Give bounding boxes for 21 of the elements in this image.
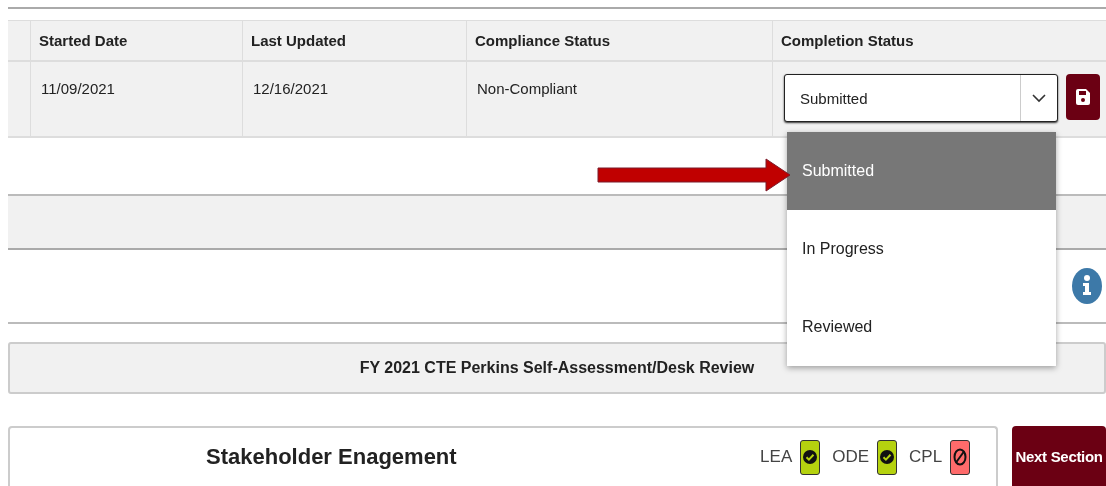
- column-header: Started Date: [30, 20, 242, 62]
- approval-label: ODE: [832, 447, 870, 467]
- dropdown-option[interactable]: In Progress: [787, 210, 1056, 288]
- column-header: Completion Status: [772, 20, 1106, 62]
- section-title: Stakeholder Enagement: [206, 444, 457, 470]
- save-button[interactable]: [1066, 74, 1100, 120]
- column-header: Compliance Status: [466, 20, 772, 62]
- table-cell: 11/09/2021: [30, 62, 242, 136]
- status-dropdown[interactable]: Submitted: [784, 74, 1058, 122]
- approval-label: LEA: [760, 447, 793, 467]
- column-header: Last Updated: [242, 20, 466, 62]
- ban-icon: [953, 448, 968, 466]
- info-icon[interactable]: [1072, 268, 1102, 304]
- chevron-down-icon: [1032, 93, 1046, 103]
- next-section-button[interactable]: Next Section: [1012, 426, 1106, 486]
- table-cell: 12/16/2021: [242, 62, 466, 136]
- approval-label: CPL: [909, 447, 943, 467]
- check-icon: [880, 450, 895, 464]
- check-icon: [803, 450, 818, 464]
- dropdown-option[interactable]: Submitted: [787, 132, 1056, 210]
- table-cell: Non-Compliant: [466, 62, 772, 136]
